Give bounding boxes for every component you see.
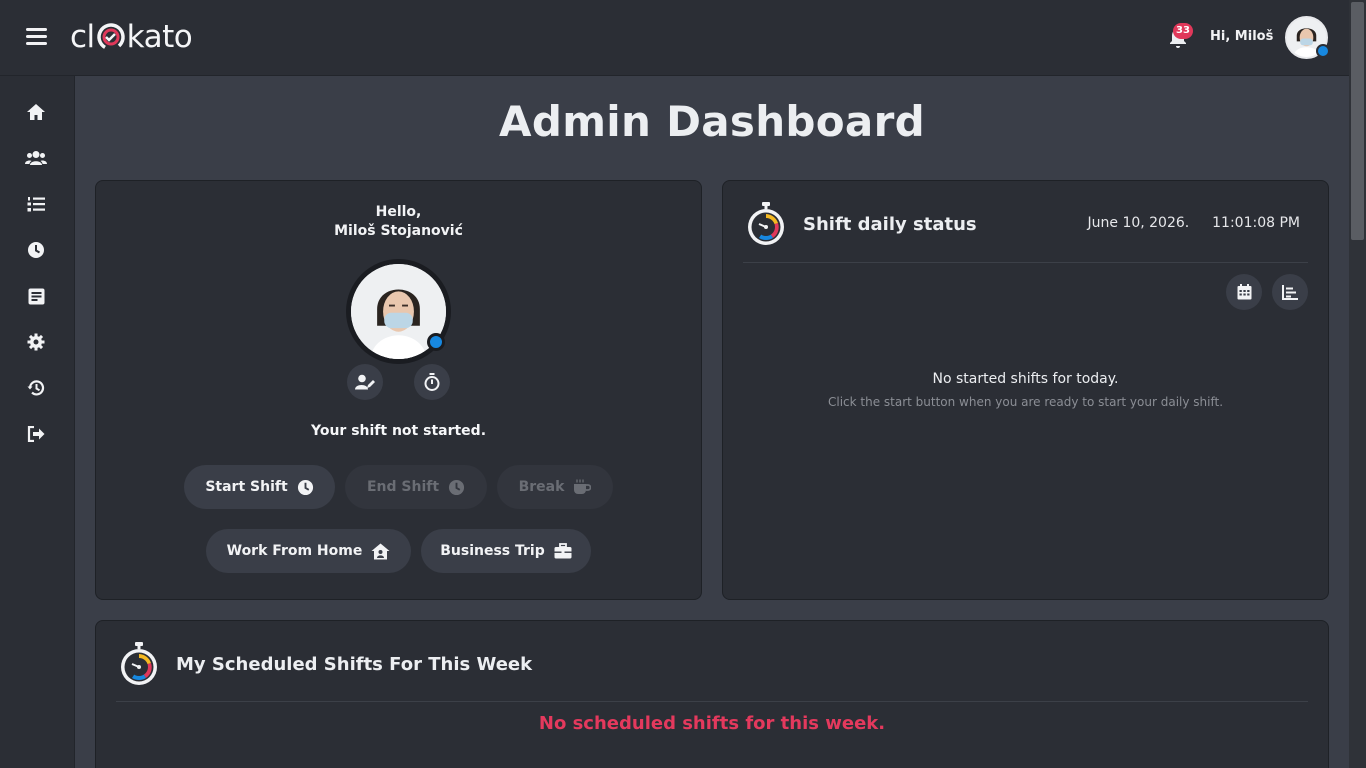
house-user-icon [371, 543, 390, 559]
stopwatch-icon [424, 373, 440, 391]
card-divider [743, 262, 1308, 263]
card-title: Shift daily status [803, 214, 977, 235]
sidebar-item-home[interactable] [24, 100, 48, 124]
edit-profile-button[interactable] [347, 364, 383, 400]
page-title: Admin Dashboard [499, 97, 925, 146]
user-edit-icon [355, 374, 375, 390]
top-header: cl kato 33 Hi, Miloš [0, 0, 1349, 76]
profile-online-dot [427, 333, 445, 351]
page-scrollbar[interactable] [1349, 0, 1366, 768]
online-status-dot [1316, 44, 1330, 58]
start-shift-label: Start Shift [205, 479, 288, 495]
briefcase-icon [554, 543, 572, 559]
clock-icon [448, 479, 465, 495]
scheduled-shifts-card: My Scheduled Shifts For This Week No sch… [95, 620, 1329, 768]
clock-logo-icon [96, 23, 125, 51]
end-shift-button[interactable]: End Shift [345, 465, 487, 509]
logo-text-right: kato [126, 19, 193, 55]
history-icon [27, 380, 45, 396]
clock-icon [28, 242, 44, 258]
user-greeting[interactable]: Hi, Miloš [1210, 29, 1273, 44]
shift-status-text: Your shift not started. [310, 423, 487, 439]
ordered-list-icon [27, 197, 45, 212]
business-trip-label: Business Trip [440, 543, 545, 559]
calendar-view-button[interactable] [1226, 274, 1262, 310]
sidebar-item-logout[interactable] [24, 422, 48, 446]
card-divider [116, 701, 1308, 702]
stopwatch-icon [748, 202, 784, 245]
gear-icon [27, 333, 45, 351]
sidebar-item-clock[interactable] [24, 238, 48, 262]
menu-toggle-button[interactable] [26, 28, 47, 46]
no-scheduled-shifts-message: No scheduled shifts for this week. [538, 713, 886, 734]
sidebar-item-list[interactable] [24, 192, 48, 216]
hello-greeting: Hello, Miloš Stojanović [96, 203, 701, 241]
break-button[interactable]: Break [497, 465, 613, 509]
bar-chart-icon [1282, 284, 1298, 300]
business-trip-button[interactable]: Business Trip [421, 529, 591, 573]
sidebar-item-users[interactable] [24, 146, 48, 170]
sidebar-item-history[interactable] [24, 376, 48, 400]
notification-count-badge: 33 [1173, 23, 1193, 39]
user-full-name: Miloš Stojanović [334, 223, 463, 239]
users-icon [25, 151, 47, 165]
end-shift-label: End Shift [366, 479, 440, 495]
coffee-icon [574, 479, 592, 494]
scrollbar-thumb[interactable] [1351, 2, 1364, 240]
sidebar [0, 76, 75, 768]
current-date: June 10, 2026. [1087, 215, 1190, 231]
empty-state-subtitle: Click the start button when you are read… [827, 395, 1224, 409]
sidebar-item-reports[interactable] [24, 284, 48, 308]
logo-text-left: cl [70, 19, 95, 55]
logout-icon [27, 426, 45, 442]
clock-icon [297, 479, 313, 495]
shift-daily-status-card: Shift daily status June 10, 2026. 11:01:… [722, 180, 1329, 600]
hello-line: Hello, [375, 204, 422, 220]
chart-view-button[interactable] [1272, 274, 1308, 310]
work-from-home-button[interactable]: Work From Home [206, 529, 411, 573]
home-icon [27, 104, 45, 120]
current-datetime: June 10, 2026. 11:01:08 PM [1088, 215, 1301, 231]
empty-state-title: No started shifts for today. [932, 371, 1119, 387]
app-logo[interactable]: cl kato [70, 17, 193, 57]
profile-card: Hello, Miloš Stojanović Your shift not s… [95, 180, 702, 600]
current-time: 11:01:08 PM [1212, 215, 1300, 231]
break-label: Break [518, 479, 565, 495]
card-title: My Scheduled Shifts For This Week [176, 654, 533, 675]
calendar-icon [1237, 284, 1251, 300]
sidebar-item-settings[interactable] [24, 330, 48, 354]
work-from-home-label: Work From Home [226, 543, 363, 559]
timer-button[interactable] [414, 364, 450, 400]
document-icon [28, 288, 44, 304]
stopwatch-icon [121, 642, 157, 685]
start-shift-button[interactable]: Start Shift [184, 465, 335, 509]
